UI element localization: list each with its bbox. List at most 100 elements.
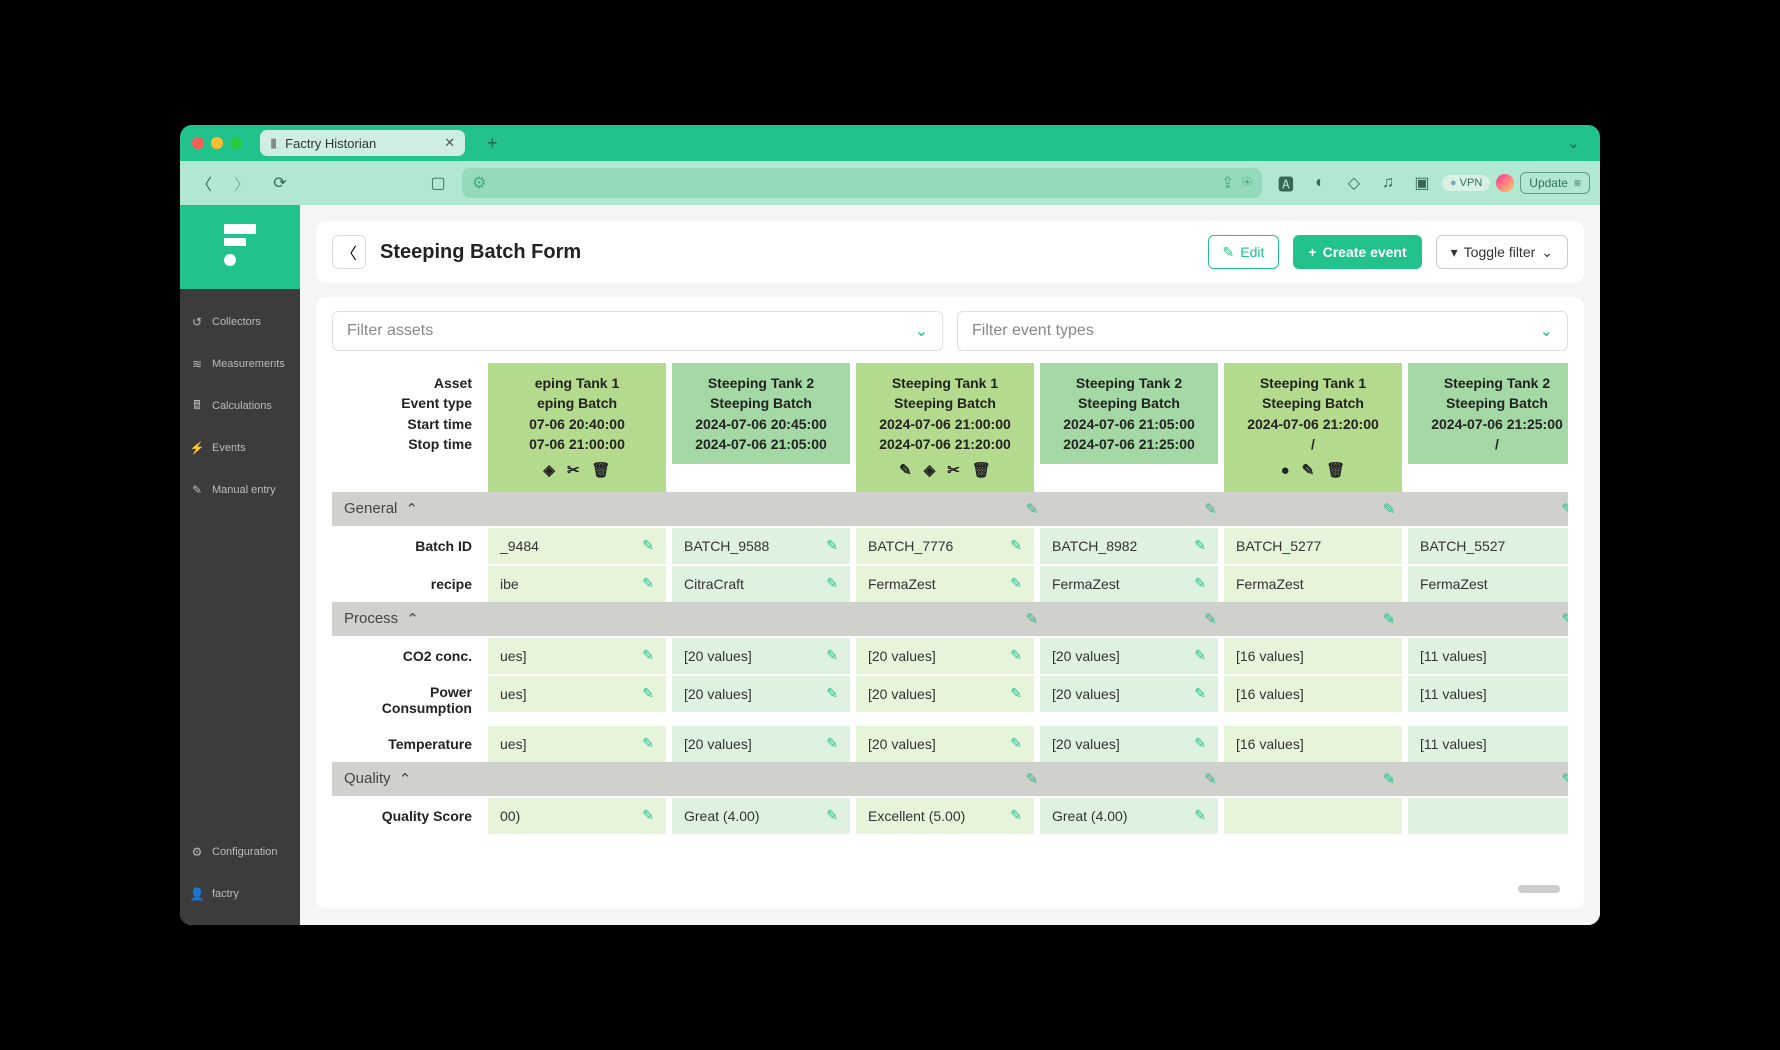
cell-edit-icon[interactable]: ✎ xyxy=(642,807,654,824)
sidebar-item-events[interactable]: ⚡Events xyxy=(180,427,300,469)
cell-qscore xyxy=(1224,796,1402,834)
edit-icon[interactable]: ✎ xyxy=(1302,460,1315,482)
extension-icon-2[interactable]: ◇ xyxy=(1340,169,1368,197)
row-label-co2: CO2 conc. xyxy=(332,636,482,674)
section-edit-icon[interactable]: ✎ xyxy=(1561,610,1568,628)
reload-icon[interactable]: ⟳ xyxy=(266,169,294,197)
cell-batch_id: BATCH_7776✎ xyxy=(856,526,1034,564)
cell-edit-icon[interactable]: ✎ xyxy=(1010,647,1022,664)
section-quality[interactable]: Quality⌃✎✎✎✎ xyxy=(332,762,1568,796)
section-edit-icon[interactable]: ✎ xyxy=(1561,500,1568,518)
cell-edit-icon[interactable]: ✎ xyxy=(826,685,838,702)
profile-avatar[interactable] xyxy=(1496,174,1514,192)
create-event-button[interactable]: +Create event xyxy=(1293,235,1421,269)
browser-tab[interactable]: ▮ Factry Historian ✕ xyxy=(260,130,465,156)
edit-icon[interactable]: ✎ xyxy=(899,460,912,482)
cell-edit-icon[interactable]: ✎ xyxy=(1194,537,1206,554)
cell-co2: [20 values]✎ xyxy=(1040,636,1218,674)
trash-icon[interactable]: 🗑 xyxy=(592,460,611,482)
toggle-filter-button[interactable]: ▾Toggle filter⌄ xyxy=(1436,235,1568,269)
section-edit-icon[interactable]: ✎ xyxy=(1026,610,1039,628)
column-header: Steeping Tank 2Steeping Batch2024-07-06 … xyxy=(672,363,850,464)
page-title: Steeping Batch Form xyxy=(380,241,581,264)
maximize-window-icon[interactable] xyxy=(230,137,242,149)
cell-edit-icon[interactable]: ✎ xyxy=(642,575,654,592)
cell-edit-icon[interactable]: ✎ xyxy=(1010,575,1022,592)
cell-edit-icon[interactable]: ✎ xyxy=(826,647,838,664)
section-edit-icon[interactable]: ✎ xyxy=(1383,500,1396,518)
sidebar-item-measurements[interactable]: ≋Measurements xyxy=(180,343,300,385)
cell-edit-icon[interactable]: ✎ xyxy=(642,537,654,554)
target-icon[interactable]: ◈ xyxy=(924,460,936,482)
back-icon[interactable]: 〈 xyxy=(190,169,218,197)
section-edit-icon[interactable]: ✎ xyxy=(1383,610,1396,628)
cell-edit-icon[interactable]: ✎ xyxy=(642,735,654,752)
trash-icon[interactable]: 🗑 xyxy=(972,460,991,482)
cell-edit-icon[interactable]: ✎ xyxy=(826,807,838,824)
section-edit-icon[interactable]: ✎ xyxy=(1383,770,1396,788)
update-button[interactable]: Update ≡ xyxy=(1520,172,1590,194)
forward-icon[interactable]: 〉 xyxy=(228,169,256,197)
cell-edit-icon[interactable]: ✎ xyxy=(1194,575,1206,592)
cell-edit-icon[interactable]: ✎ xyxy=(642,647,654,664)
tools-icon[interactable]: ✂ xyxy=(567,460,580,482)
sidebar-item-calculations[interactable]: 🖩Calculations xyxy=(180,385,300,427)
cell-edit-icon[interactable]: ✎ xyxy=(1010,685,1022,702)
sidebar-item-manual-entry[interactable]: ✎Manual entry xyxy=(180,469,300,511)
site-settings-icon[interactable]: ⚙ xyxy=(472,173,486,193)
record-icon[interactable]: ● xyxy=(1281,460,1290,482)
cell-qscore: 00)✎ xyxy=(488,796,666,834)
filter-event-types-select[interactable]: Filter event types⌄ xyxy=(957,311,1568,351)
target-icon[interactable]: ◈ xyxy=(543,460,555,482)
horizontal-scrollbar[interactable] xyxy=(1518,885,1560,893)
cell-edit-icon[interactable]: ✎ xyxy=(826,575,838,592)
pip-icon[interactable]: ▣ xyxy=(1408,169,1436,197)
cell-edit-icon[interactable]: ✎ xyxy=(1194,807,1206,824)
back-button[interactable]: 〈 xyxy=(332,235,366,269)
close-tab-icon[interactable]: ✕ xyxy=(444,135,455,151)
share-icon[interactable]: ⇪ xyxy=(1221,173,1234,193)
sidebar-item-collectors[interactable]: ↺Collectors xyxy=(180,301,300,343)
vpn-badge[interactable]: ● VPN xyxy=(1442,175,1490,191)
tabs-menu-icon[interactable]: ⌄ xyxy=(1567,133,1580,153)
trash-icon[interactable]: 🗑 xyxy=(1326,460,1345,482)
cell-edit-icon[interactable]: ✎ xyxy=(1010,537,1022,554)
section-general[interactable]: General⌃✎✎✎✎ xyxy=(332,492,1568,526)
cell-edit-icon[interactable]: ✎ xyxy=(1194,647,1206,664)
sidebar-label: Measurements xyxy=(212,358,285,370)
app-logo[interactable] xyxy=(180,205,300,289)
filter-assets-select[interactable]: Filter assets⌄ xyxy=(332,311,943,351)
music-icon[interactable]: ♫ xyxy=(1374,169,1402,197)
section-edit-icon[interactable]: ✎ xyxy=(1204,770,1217,788)
cell-edit-icon[interactable]: ✎ xyxy=(1194,735,1206,752)
cell-edit-icon[interactable]: ✎ xyxy=(1194,685,1206,702)
filter-icon: ▾ xyxy=(1451,244,1458,261)
close-window-icon[interactable] xyxy=(192,137,204,149)
edit-button[interactable]: ✎Edit xyxy=(1208,235,1280,269)
content-card: Filter assets⌄ Filter event types⌄ Asset… xyxy=(316,297,1584,909)
address-bar[interactable]: ⚙ ⇪ ⍟ xyxy=(462,168,1262,198)
translate-icon[interactable]: 🅰 xyxy=(1272,169,1300,197)
minimize-window-icon[interactable] xyxy=(211,137,223,149)
section-edit-icon[interactable]: ✎ xyxy=(1561,770,1568,788)
section-edit-icon[interactable]: ✎ xyxy=(1204,610,1217,628)
cell-edit-icon[interactable]: ✎ xyxy=(1010,807,1022,824)
cell-power: ues]✎ xyxy=(488,674,666,712)
section-process[interactable]: Process⌃✎✎✎✎ xyxy=(332,602,1568,636)
cell-qscore: Excellent (5.00)✎ xyxy=(856,796,1034,834)
cell-edit-icon[interactable]: ✎ xyxy=(642,685,654,702)
cell-edit-icon[interactable]: ✎ xyxy=(826,735,838,752)
cell-edit-icon[interactable]: ✎ xyxy=(1010,735,1022,752)
new-tab-icon[interactable]: + xyxy=(487,133,498,154)
cell-edit-icon[interactable]: ✎ xyxy=(826,537,838,554)
extension-icon-1[interactable]: ◐ xyxy=(1306,169,1334,197)
sidebar-item-user[interactable]: 👤factry xyxy=(180,873,300,915)
calculations-icon: 🖩 xyxy=(190,399,204,413)
section-edit-icon[interactable]: ✎ xyxy=(1026,500,1039,518)
section-edit-icon[interactable]: ✎ xyxy=(1204,500,1217,518)
sidebar-item-configuration[interactable]: ⚙Configuration xyxy=(180,831,300,873)
tools-icon[interactable]: ✂ xyxy=(947,460,960,482)
section-edit-icon[interactable]: ✎ xyxy=(1026,770,1039,788)
shield-icon[interactable]: ⍟ xyxy=(1242,174,1252,192)
bookmark-icon[interactable]: ▢ xyxy=(424,169,452,197)
